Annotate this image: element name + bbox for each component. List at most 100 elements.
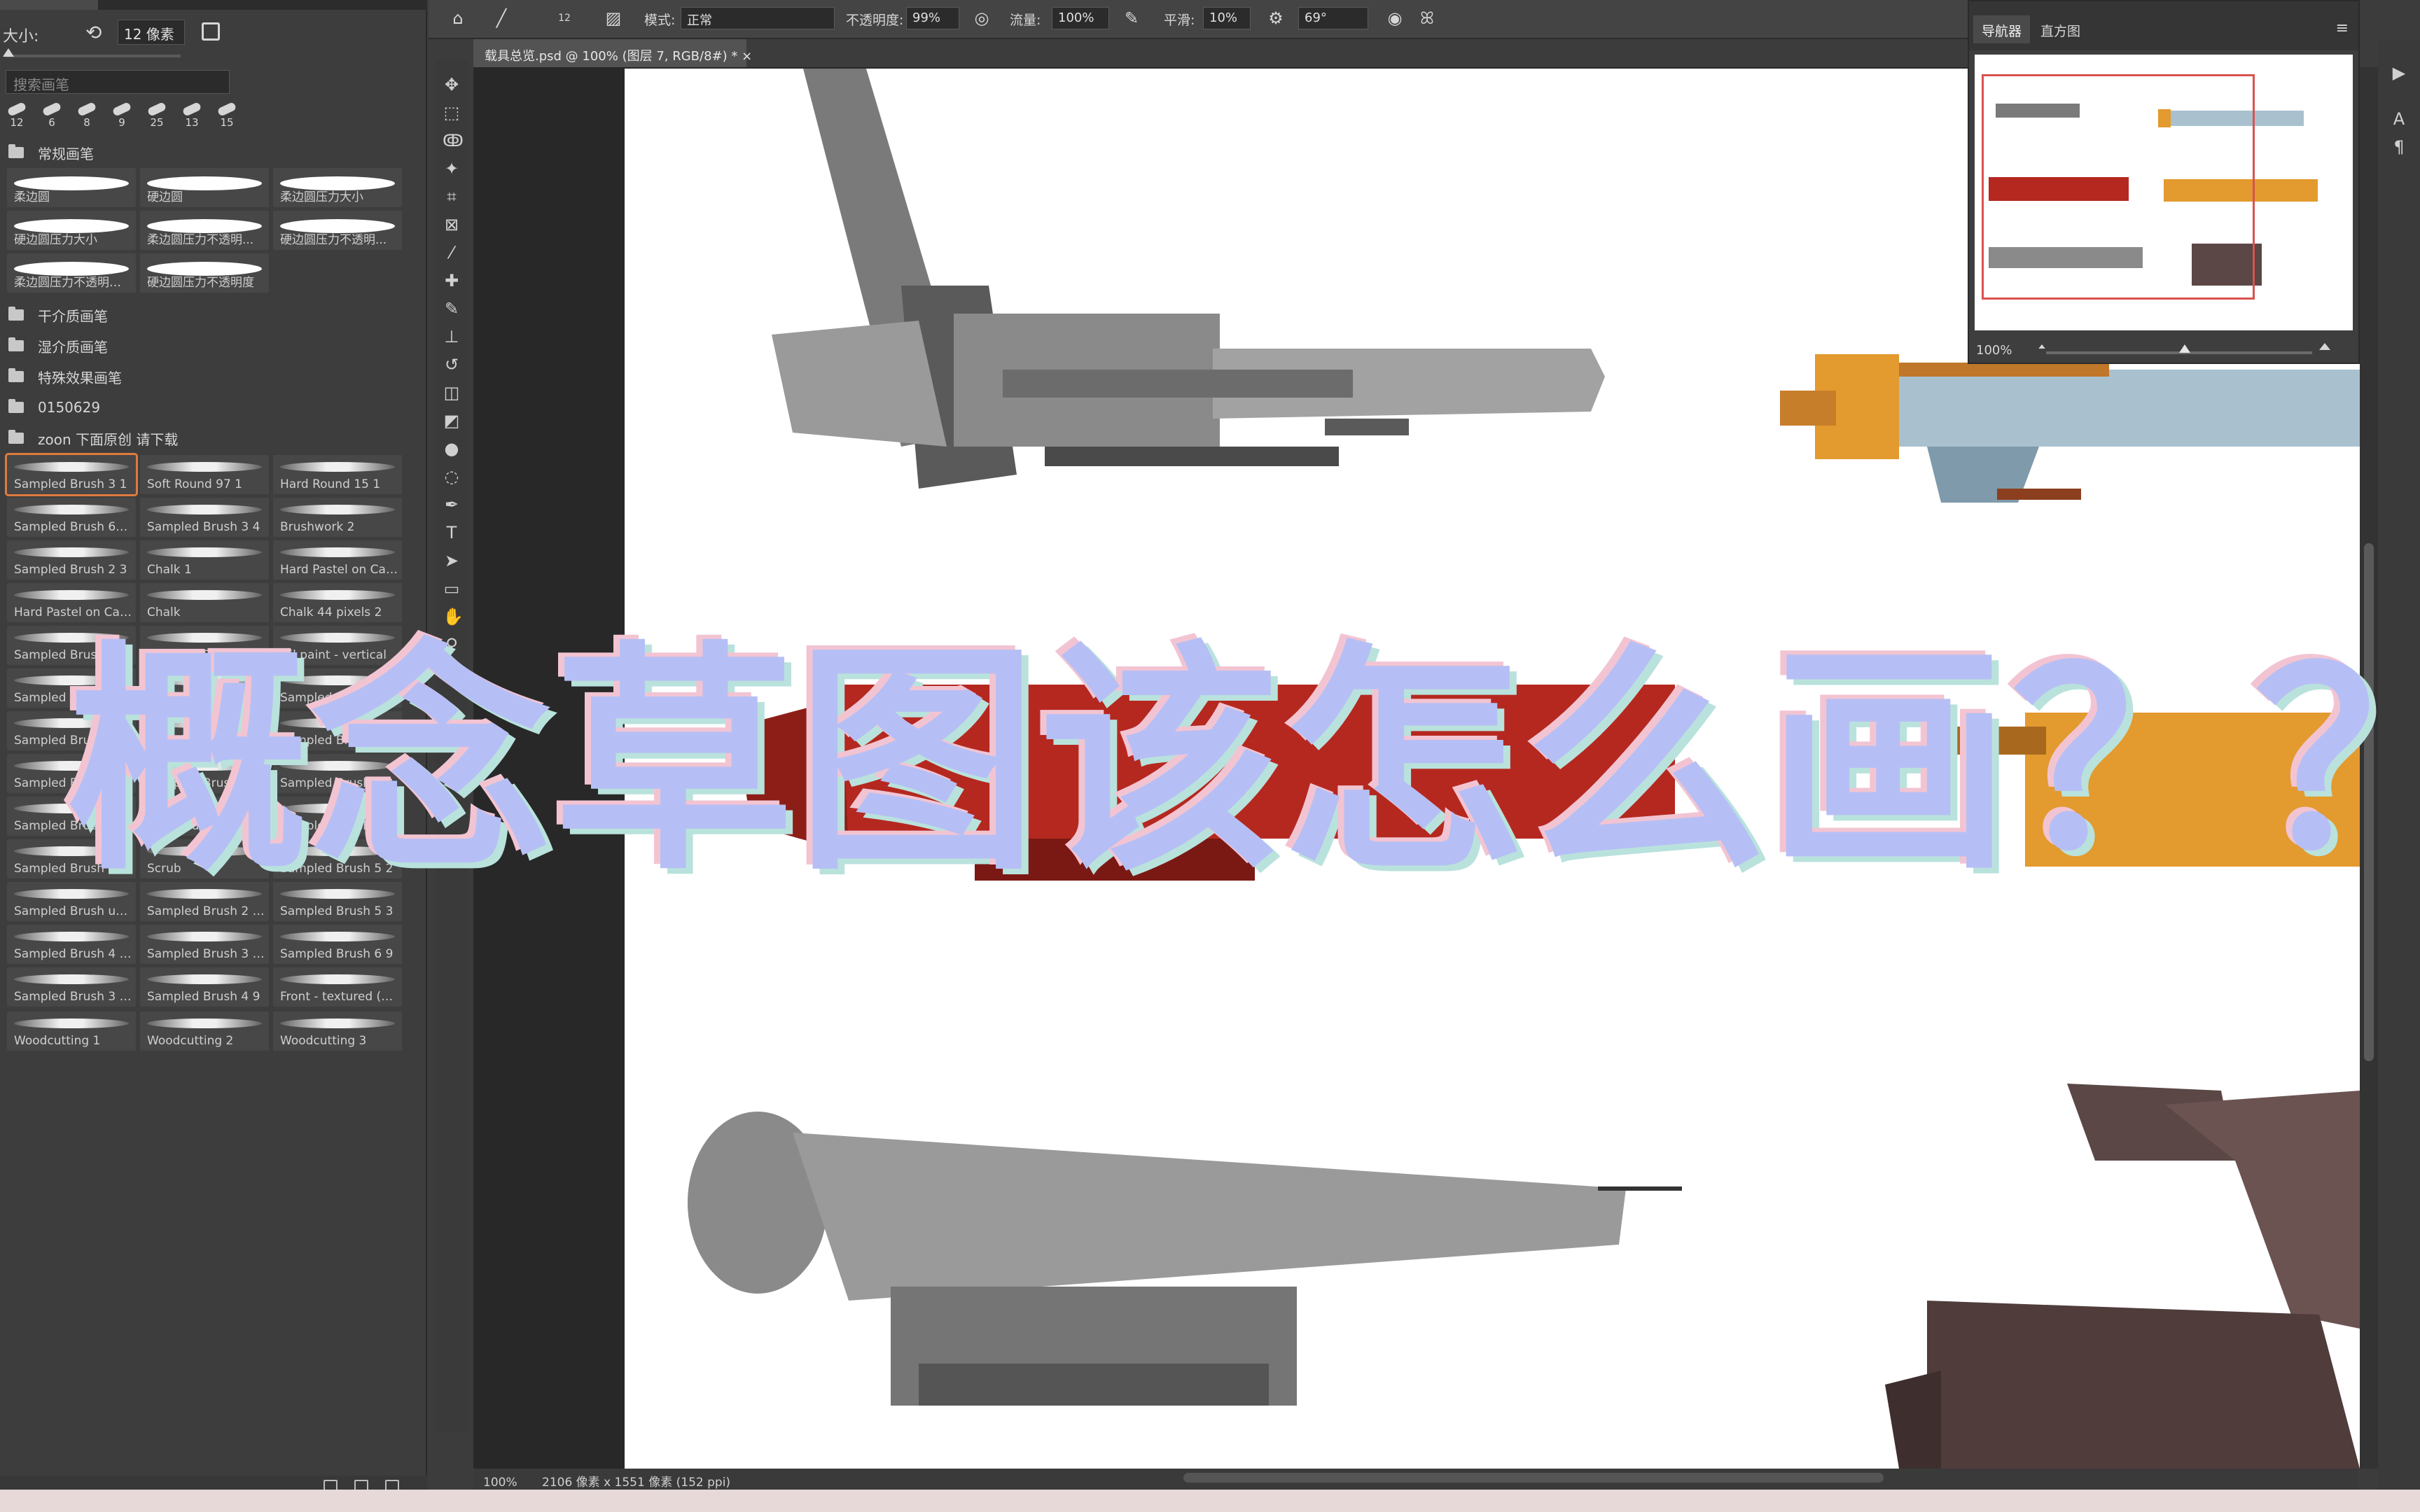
- brush-preset-name: Sampled Brush 2 3: [14, 563, 127, 577]
- tab-navigator[interactable]: 导航器: [1973, 15, 2031, 43]
- brush-preset[interactable]: Sampled Brush 4 11: [7, 925, 136, 964]
- brush-search-input[interactable]: 搜索画笔: [6, 70, 230, 94]
- smooth-field[interactable]: 10%: [1203, 7, 1251, 29]
- brush-tool-icon[interactable]: ✎: [443, 300, 461, 318]
- navigator-preview[interactable]: [1975, 55, 2353, 330]
- frame-tool-icon[interactable]: ⊠: [443, 216, 461, 234]
- dodge-tool-icon[interactable]: ◌: [443, 468, 461, 486]
- move-tool-icon[interactable]: ✥: [443, 76, 461, 94]
- brush-preset[interactable]: 柔边圆压力不透明...: [140, 211, 269, 250]
- zoom-slider-thumb[interactable]: [2179, 344, 2190, 353]
- brush-preset[interactable]: Hard Round 15 1: [273, 455, 402, 494]
- brush-preset[interactable]: Sampled Brush 3 12: [7, 967, 136, 1007]
- brush-preset[interactable]: Sampled Brush 3 1: [5, 453, 138, 496]
- status-zoom[interactable]: 100%: [483, 1476, 517, 1490]
- brush-folder[interactable]: 0150629: [0, 393, 420, 421]
- mode-select[interactable]: 正常: [681, 7, 835, 29]
- brush-folder[interactable]: 特殊效果画笔: [0, 363, 420, 391]
- smoothing-settings-icon[interactable]: ⚙: [1266, 8, 1286, 28]
- lasso-tool-icon[interactable]: ↂ: [443, 132, 464, 150]
- brush-stroke-preview: [280, 547, 395, 557]
- brush-preset[interactable]: Hard Pastel on Canv: [273, 540, 402, 580]
- size-field[interactable]: 12 像素: [118, 20, 185, 45]
- airbrush-icon[interactable]: ✎: [1122, 8, 1141, 28]
- brush-preset[interactable]: 硬边圆压力不透明...: [273, 211, 402, 250]
- size-slider[interactable]: [3, 48, 181, 57]
- folder-icon: [8, 144, 24, 158]
- paragraph-icon[interactable]: ¶: [2389, 137, 2409, 157]
- magic-wand-icon[interactable]: ✦: [443, 160, 461, 178]
- pressure-opacity-icon[interactable]: ◎: [972, 8, 992, 28]
- brush-preset[interactable]: Sampled Brush 63 1: [7, 498, 136, 537]
- brush-preset[interactable]: Sampled Brush 6 9: [273, 925, 402, 964]
- brush-preset[interactable]: Chalk 1: [140, 540, 269, 580]
- brush-preset[interactable]: 硬边圆压力大小: [7, 211, 136, 250]
- brush-folder[interactable]: zoon 下面原创 请下载: [0, 424, 420, 452]
- document-tab[interactable]: 载具总览.psd @ 100% (图层 7, RGB/8#) * ×: [473, 39, 752, 67]
- paint-bucket-icon[interactable]: ◩: [443, 412, 461, 430]
- character-icon[interactable]: A: [2389, 109, 2409, 129]
- zoom-out-icon[interactable]: [2038, 344, 2045, 349]
- history-brush-icon[interactable]: ↺: [443, 356, 461, 374]
- brush-preset[interactable]: Woodcutting 2: [140, 1011, 269, 1051]
- opacity-field[interactable]: 99%: [906, 7, 959, 29]
- healing-brush-icon[interactable]: ✚: [443, 272, 461, 290]
- zoom-in-icon[interactable]: [2319, 343, 2330, 350]
- panel-tab-brushes[interactable]: [0, 0, 98, 10]
- brush-preset[interactable]: Woodcutting 1: [7, 1011, 136, 1051]
- brush-tool-icon[interactable]: ╱: [492, 8, 511, 28]
- close-tab-icon[interactable]: ×: [742, 49, 752, 64]
- horizontal-scrollbar[interactable]: [1183, 1473, 1884, 1483]
- reset-angle-icon[interactable]: ⟲: [85, 21, 102, 44]
- brush-preset-picker[interactable]: 12: [555, 8, 574, 28]
- recent-brush[interactable]: 9: [108, 101, 136, 136]
- brush-folder[interactable]: 干介质画笔: [0, 301, 420, 329]
- brush-stroke-preview: [147, 932, 262, 941]
- eyedropper-icon[interactable]: ⁄: [443, 244, 461, 262]
- brush-preset[interactable]: Brushwork 2: [273, 498, 402, 537]
- home-icon[interactable]: ⌂: [448, 8, 468, 28]
- brush-preset[interactable]: 柔边圆压力大小: [273, 168, 402, 207]
- brush-preset[interactable]: 硬边圆: [140, 168, 269, 207]
- brush-preset[interactable]: 柔边圆: [7, 168, 136, 207]
- brush-preset[interactable]: 柔边圆压力不透明度...: [7, 253, 136, 293]
- brush-preset[interactable]: Sampled Brush 2 3: [7, 540, 136, 580]
- brush-preset[interactable]: 硬边圆压力不透明度: [140, 253, 269, 293]
- brush-preset[interactable]: Sampled Brush 3 4: [140, 498, 269, 537]
- type-tool-icon[interactable]: T: [443, 524, 461, 542]
- navigator-zoom[interactable]: 100%: [1976, 343, 2012, 358]
- stamp-tool-icon[interactable]: ⊥: [443, 328, 461, 346]
- recent-brush[interactable]: 6: [38, 101, 66, 136]
- angle-field[interactable]: 69°: [1298, 7, 1368, 29]
- pen-tool-icon[interactable]: ✒: [443, 496, 461, 514]
- brush-folder[interactable]: 湿介质画笔: [0, 332, 420, 360]
- navigator-view-rect[interactable]: [1982, 74, 2255, 300]
- recent-brush[interactable]: 8: [73, 101, 101, 136]
- recent-brush[interactable]: 15: [213, 101, 241, 136]
- panel-menu-icon[interactable]: ≡: [2336, 20, 2349, 37]
- path-select-icon[interactable]: ➤: [443, 552, 461, 570]
- symmetry-icon[interactable]: ꕤ: [1417, 8, 1437, 28]
- brush-settings-icon[interactable]: [202, 22, 220, 41]
- brush-preset[interactable]: Soft Round 97 1: [140, 455, 269, 494]
- tab-histogram[interactable]: 直方图: [2032, 15, 2089, 43]
- flow-field[interactable]: 100%: [1052, 7, 1109, 29]
- brush-preset[interactable]: Sampled Brush 4 9: [140, 967, 269, 1007]
- brush-preset[interactable]: Woodcutting 3: [273, 1011, 402, 1051]
- recent-brush[interactable]: 13: [178, 101, 206, 136]
- slider-thumb[interactable]: [3, 48, 14, 57]
- brush-folder[interactable]: 常规画笔: [0, 139, 420, 167]
- eraser-tool-icon[interactable]: ◫: [443, 384, 461, 402]
- brush-preset[interactable]: Front - textured (ba...: [273, 967, 402, 1007]
- brush-panel-toggle-icon[interactable]: ▨: [604, 8, 623, 28]
- crop-tool-icon[interactable]: ⌗: [443, 188, 461, 206]
- rectangle-tool-icon[interactable]: ▭: [443, 580, 461, 598]
- blur-tool-icon[interactable]: ●: [443, 440, 461, 458]
- brush-preset[interactable]: Sampled Brush 3 15: [140, 925, 269, 964]
- recent-brush[interactable]: 12: [3, 101, 31, 136]
- play-icon[interactable]: ▶: [2389, 63, 2409, 83]
- navigator-zoom-slider[interactable]: [2046, 344, 2312, 354]
- recent-brush[interactable]: 25: [143, 101, 171, 136]
- pressure-size-icon[interactable]: ◉: [1385, 8, 1405, 28]
- marquee-tool-icon[interactable]: ⬚: [443, 104, 461, 122]
